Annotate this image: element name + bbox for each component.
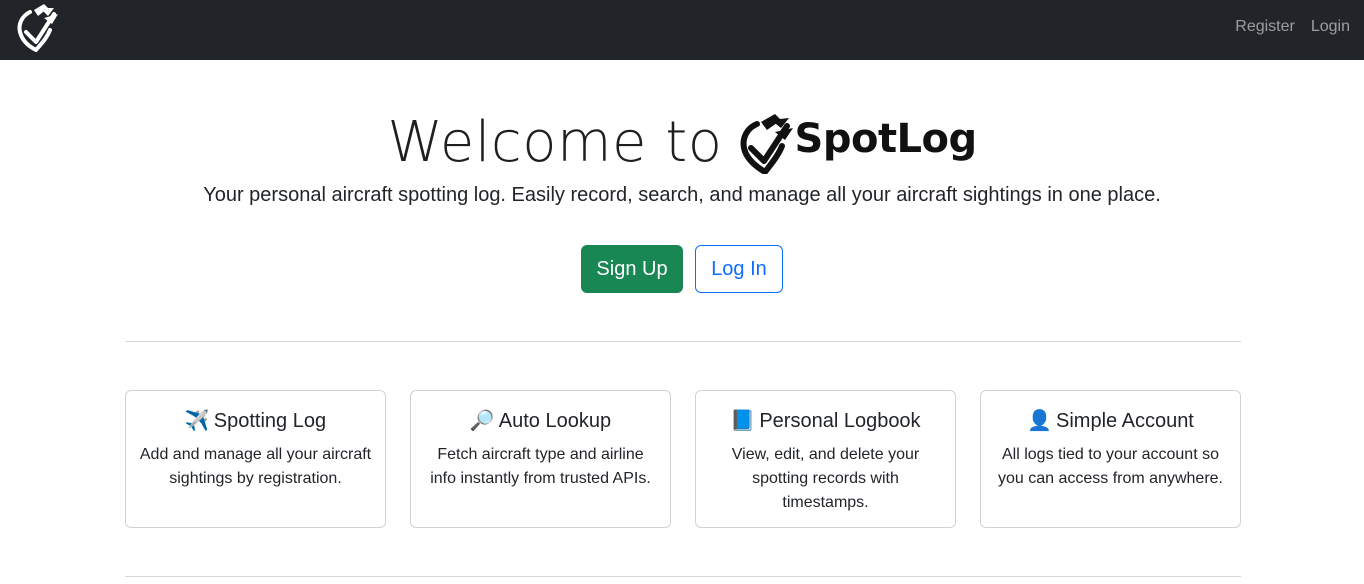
feature-card-title: ✈️ Spotting Log [138,407,373,435]
feature-card-text: All logs tied to your account so you can… [998,446,1223,487]
airplane-icon: ✈️ [184,410,210,432]
feature-card-text: View, edit, and delete your spotting rec… [731,446,920,511]
feature-card-simple-account: 👤 Simple Account All logs tied to your ac… [980,390,1241,528]
divider [125,341,1241,342]
divider [125,576,1241,577]
nav-links: Register Login [1227,0,1358,54]
feature-card-title: 👤 Simple Account [993,407,1228,435]
sign-up-button[interactable]: Sign Up [581,245,683,293]
brand-name: SpotLog [794,116,978,162]
nav-register-link[interactable]: Register [1227,18,1303,36]
feature-card-title-text: Auto Lookup [498,410,612,432]
user-icon: 👤 [1027,410,1053,432]
feature-card-title-text: Simple Account [1056,410,1194,432]
feature-card-text: Fetch aircraft type and airline info ins… [430,446,651,487]
welcome-heading: Welcome to [387,109,723,175]
feature-card-title-text: Spotting Log [213,410,327,432]
feature-card-title: 📘 Personal Logbook [708,407,943,435]
feature-card-title-text: Personal Logbook [759,410,921,432]
hero-lead: Your personal aircraft spotting log. Eas… [203,184,1161,206]
feature-cards: ✈️ Spotting Log Add and manage all your a… [125,390,1241,528]
magnifier-icon: 🔎 [469,410,495,432]
spotlog-brand-icon [737,112,795,176]
log-in-button[interactable]: Log In [695,245,783,293]
feature-card-title: 🔎 Auto Lookup [423,407,658,435]
nav-login-link[interactable]: Login [1303,18,1358,36]
feature-card-personal-logbook: 📘 Personal Logbook View, edit, and delete… [695,390,956,528]
spotlog-logo-icon[interactable] [14,2,62,53]
top-navbar: Register Login [0,0,1364,60]
feature-card-spotting-log: ✈️ Spotting Log Add and manage all your a… [125,390,386,528]
hero-title: Welcome to SpotLog [0,104,1364,180]
book-icon: 📘 [730,410,756,432]
cta-buttons: Sign Up Log In [0,245,1364,293]
feature-card-auto-lookup: 🔎 Auto Lookup Fetch aircraft type and air… [410,390,671,528]
feature-card-text: Add and manage all your aircraft sightin… [139,446,372,487]
hero-section: Welcome to SpotLog Your personal aircraf… [0,104,1364,207]
